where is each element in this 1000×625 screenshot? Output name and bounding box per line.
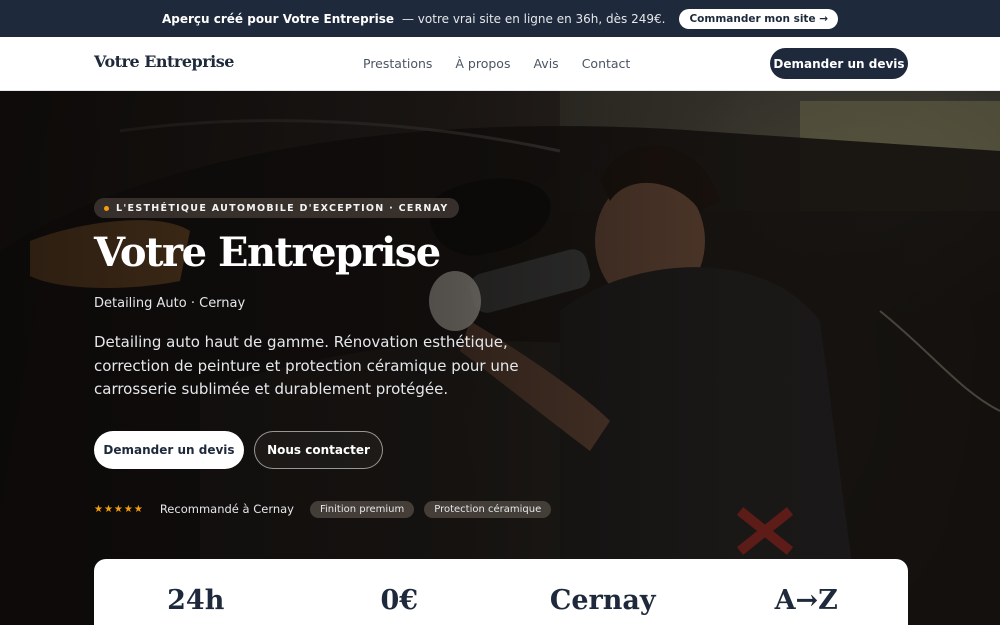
hero-title: Votre Entreprise xyxy=(94,229,441,276)
nav-item-avis[interactable]: Avis xyxy=(533,56,558,71)
tagline-dot-icon xyxy=(104,205,109,211)
hero-description: Detailing auto haut de gamme. Rénovation… xyxy=(94,333,519,398)
hero-subtitle: Detailing Auto · Cernay xyxy=(94,296,246,311)
badge-protection: Protection céramique xyxy=(424,500,552,518)
stat-value: Cernay xyxy=(549,585,656,616)
stat-value: 24h xyxy=(167,585,225,616)
rating-stars-icon: ★★★★★ xyxy=(94,503,144,515)
main-nav: Prestations À propos Avis Contact xyxy=(363,56,630,71)
announcement-text: — votre vrai site en ligne en 36h, dès 2… xyxy=(401,11,666,26)
contact-button[interactable]: Nous contacter xyxy=(254,431,383,469)
header-quote-button[interactable]: Demander un devis xyxy=(770,48,908,79)
announcement-bar: Aperçu créé pour Votre Entreprise — votr… xyxy=(0,0,1000,37)
nav-item-a-propos[interactable]: À propos xyxy=(455,56,510,71)
trust-row: ★★★★★ Recommandé à Cernay Finition premi… xyxy=(94,499,552,519)
hero-section: L'ESTHÉTIQUE AUTOMOBILE D'EXCEPTION · CE… xyxy=(0,91,1000,625)
quote-button[interactable]: Demander un devis xyxy=(94,431,244,469)
stats-card: 24h 0€ Cernay A→Z xyxy=(94,559,908,625)
recommendation-text: Recommandé à Cernay xyxy=(159,502,294,516)
stat-value: A→Z xyxy=(774,585,838,616)
announcement-highlight: Aperçu créé pour Votre Entreprise xyxy=(161,11,394,26)
site-header: Votre Entreprise Prestations À propos Av… xyxy=(0,37,1000,91)
hero-tagline: L'ESTHÉTIQUE AUTOMOBILE D'EXCEPTION · CE… xyxy=(94,198,459,218)
stat-value: 0€ xyxy=(380,585,419,616)
badge-finition: Finition premium xyxy=(309,500,415,518)
tagline-text: L'ESTHÉTIQUE AUTOMOBILE D'EXCEPTION · CE… xyxy=(116,202,449,214)
brand-logo[interactable]: Votre Entreprise xyxy=(94,52,234,71)
nav-item-prestations[interactable]: Prestations xyxy=(363,56,432,71)
nav-item-contact[interactable]: Contact xyxy=(582,56,631,71)
order-site-button[interactable]: Commander mon site → xyxy=(679,8,839,29)
